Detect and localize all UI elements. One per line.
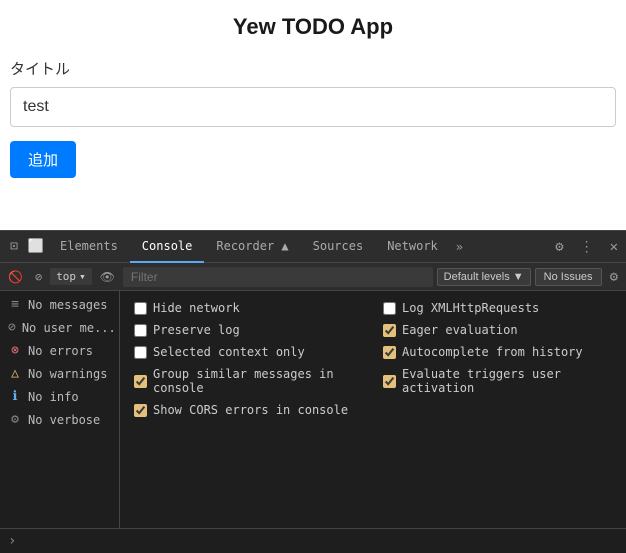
sidebar-item-verbose[interactable]: ⚙ No verbose (0, 408, 119, 431)
no-issues-button[interactable]: No Issues (535, 268, 602, 286)
sidebar-label-errors: No errors (28, 344, 93, 358)
log-xmlhttp-label: Log XMLHttpRequests (402, 301, 539, 315)
setting-hide-network[interactable]: Hide network (134, 301, 363, 315)
group-similar-checkbox[interactable] (134, 375, 147, 388)
filter-icon[interactable]: ⊘ (31, 268, 46, 286)
field-label: タイトル (10, 58, 616, 79)
prompt-arrow: › (8, 533, 16, 549)
level-dropdown-icon: ▾ (79, 270, 86, 283)
selected-context-checkbox[interactable] (134, 346, 147, 359)
setting-autocomplete[interactable]: Autocomplete from history (383, 345, 612, 359)
sidebar-item-user[interactable]: ⊘ No user me... (0, 316, 119, 339)
eye-icon[interactable]: 👁 (96, 268, 119, 286)
setting-preserve-log[interactable]: Preserve log (134, 323, 363, 337)
tab-network[interactable]: Network (375, 231, 450, 263)
add-button[interactable]: 追加 (10, 141, 76, 178)
console-body: ≡ No messages ⊘ No user me... ⊗ No error… (0, 291, 626, 528)
selected-context-label: Selected context only (153, 345, 305, 359)
setting-cors-errors[interactable]: Show CORS errors in console (134, 403, 363, 417)
preserve-log-label: Preserve log (153, 323, 240, 337)
setting-group-similar[interactable]: Group similar messages in console (134, 367, 363, 395)
sidebar-item-info[interactable]: ℹ No info (0, 385, 119, 408)
error-icon: ⊗ (8, 343, 22, 358)
setting-selected-context[interactable]: Selected context only (134, 345, 363, 359)
sidebar-label-warnings: No warnings (28, 367, 107, 381)
verbose-icon: ⚙ (8, 412, 22, 427)
tab-console[interactable]: Console (130, 231, 205, 263)
title-input[interactable] (10, 87, 616, 127)
tab-recorder[interactable]: Recorder ▲ (204, 231, 300, 263)
hide-network-label: Hide network (153, 301, 240, 315)
tab-elements[interactable]: Elements (48, 231, 130, 263)
devtools-panel: ⊡ ⬜ Elements Console Recorder ▲ Sources … (0, 230, 626, 553)
console-toolbar: 🚫 ⊘ top ▾ 👁 Default levels ▼ No Issues ⚙ (0, 263, 626, 291)
kebab-menu-icon[interactable]: ⋮ (576, 237, 598, 257)
app-area: Yew TODO App タイトル 追加 (0, 0, 626, 230)
setting-evaluate-triggers[interactable]: Evaluate triggers user activation (383, 367, 612, 395)
inspect-icon[interactable]: ⊡ (4, 237, 24, 257)
info-icon: ℹ (8, 389, 22, 404)
console-settings-icon[interactable]: ⚙ (606, 267, 622, 287)
clear-console-icon[interactable]: 🚫 (4, 268, 27, 286)
sidebar-label-info: No info (28, 390, 79, 404)
autocomplete-label: Autocomplete from history (402, 345, 583, 359)
more-tabs-icon[interactable]: » (450, 240, 469, 254)
user-icon: ⊘ (8, 320, 16, 335)
setting-eager-eval[interactable]: Eager evaluation (383, 323, 612, 337)
level-selector[interactable]: top ▾ (50, 268, 92, 285)
evaluate-triggers-checkbox[interactable] (383, 375, 396, 388)
sidebar-label-verbose: No verbose (28, 413, 100, 427)
messages-icon: ≡ (8, 297, 22, 312)
tab-sources[interactable]: Sources (301, 231, 376, 263)
sidebar-label-messages: No messages (28, 298, 107, 312)
sidebar-label-user: No user me... (22, 321, 116, 335)
sidebar-item-errors[interactable]: ⊗ No errors (0, 339, 119, 362)
close-devtools-icon[interactable]: ✕ (606, 237, 622, 257)
settings-icon[interactable]: ⚙ (551, 237, 567, 257)
app-title: Yew TODO App (10, 0, 616, 58)
devtools-right-icons: ⚙ ⋮ ✕ (551, 237, 622, 257)
filter-input[interactable] (123, 267, 433, 287)
eager-eval-checkbox[interactable] (383, 324, 396, 337)
devtools-tab-bar: ⊡ ⬜ Elements Console Recorder ▲ Sources … (0, 231, 626, 263)
level-label: top (56, 270, 76, 283)
console-sidebar: ≡ No messages ⊘ No user me... ⊗ No error… (0, 291, 120, 528)
eager-eval-label: Eager evaluation (402, 323, 518, 337)
log-xmlhttp-checkbox[interactable] (383, 302, 396, 315)
autocomplete-checkbox[interactable] (383, 346, 396, 359)
console-settings-panel: Hide network Log XMLHttpRequests Preserv… (120, 291, 626, 528)
sidebar-item-warnings[interactable]: △ No warnings (0, 362, 119, 385)
group-similar-label: Group similar messages in console (153, 367, 363, 395)
setting-log-xmlhttp[interactable]: Log XMLHttpRequests (383, 301, 612, 315)
device-icon[interactable]: ⬜ (26, 237, 46, 257)
preserve-log-checkbox[interactable] (134, 324, 147, 337)
console-prompt-area: › (0, 528, 626, 553)
cors-errors-label: Show CORS errors in console (153, 403, 348, 417)
warning-icon: △ (8, 366, 22, 381)
hide-network-checkbox[interactable] (134, 302, 147, 315)
cors-errors-checkbox[interactable] (134, 404, 147, 417)
sidebar-item-messages[interactable]: ≡ No messages (0, 293, 119, 316)
evaluate-triggers-label: Evaluate triggers user activation (402, 367, 612, 395)
default-levels-button[interactable]: Default levels ▼ (437, 268, 531, 286)
